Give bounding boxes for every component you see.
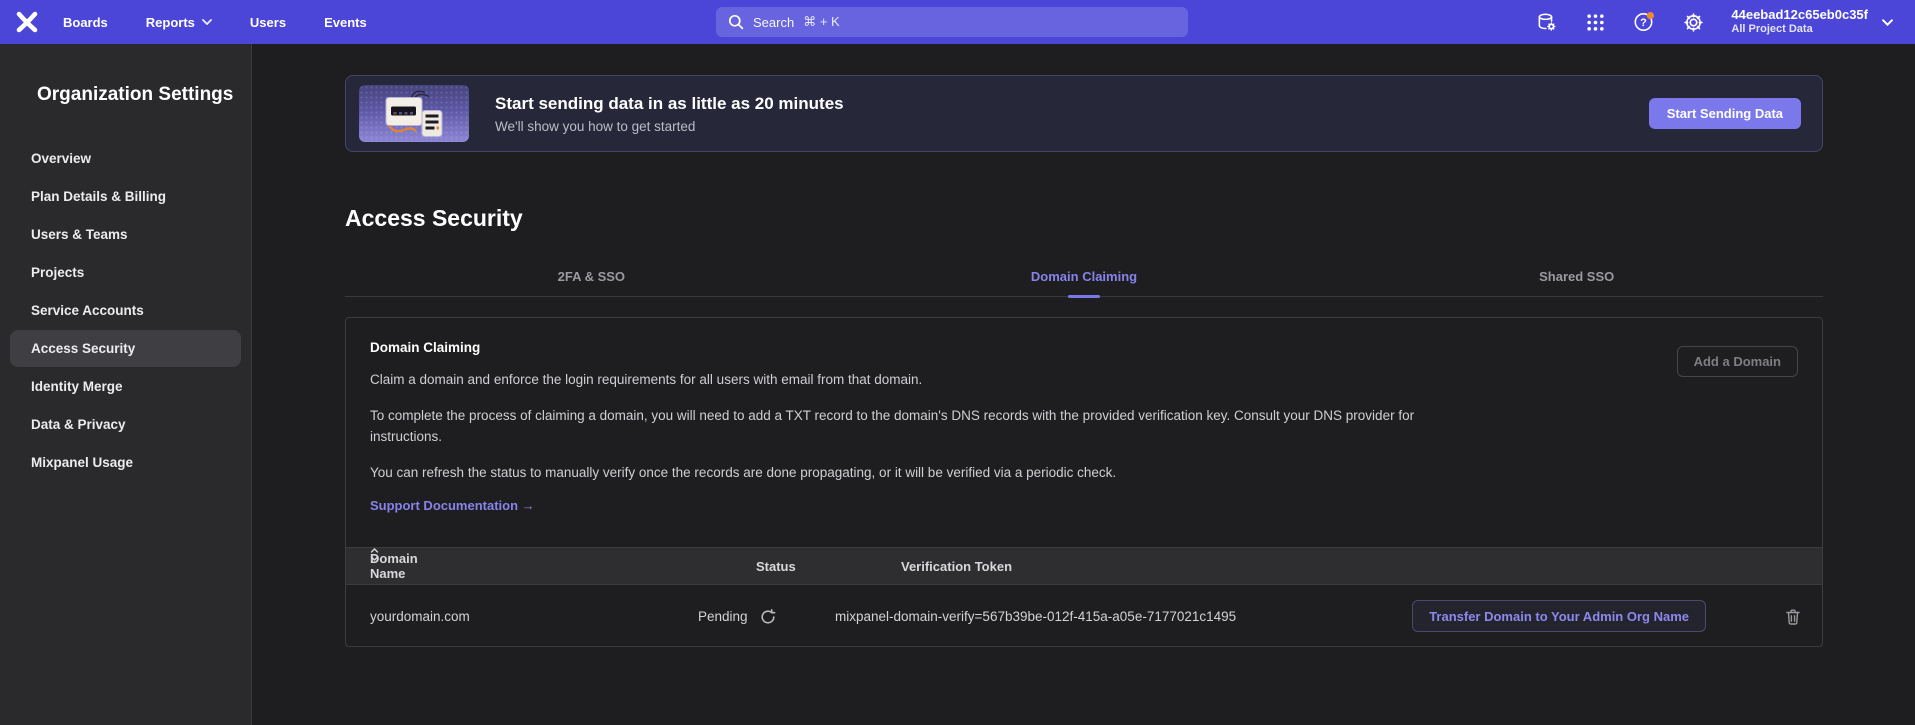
modem-illustration [359,85,469,142]
project-label: All Project Data [1731,23,1868,37]
sidebar-item-mixpanel-usage[interactable]: Mixpanel Usage [10,444,241,481]
nav-item-reports[interactable]: Reports [146,15,212,30]
start-sending-data-button[interactable]: Start Sending Data [1649,98,1801,129]
nav-item-users[interactable]: Users [250,15,286,30]
domain-table-row: yourdomain.com Pending mixpanel-domain-v… [346,586,1822,647]
search-placeholder: Search [753,15,794,30]
search-shortcut: ⌘ + K [803,14,840,30]
sidebar-item-identity-merge[interactable]: Identity Merge [10,368,241,405]
sidebar-item-service-accounts[interactable]: Service Accounts [10,292,241,329]
sidebar-item-access-security[interactable]: Access Security [10,330,241,367]
org-id-label: 44eebad12c65eb0c35f [1731,7,1868,23]
support-documentation-link[interactable]: Support Documentation → [370,498,535,513]
search-input[interactable]: Search ⌘ + K [716,7,1188,37]
onboarding-banner: Start sending data in as little as 20 mi… [345,75,1823,152]
data-management-icon[interactable] [1535,11,1557,33]
help-icon[interactable]: ? [1633,11,1655,33]
page-title: Access Security [345,205,1823,232]
verification-token-value: mixpanel-domain-verify=567b39be-012f-415… [835,586,1236,647]
search-icon [728,14,744,30]
status-value: Pending [698,609,748,624]
banner-subtitle: We'll show you how to get started [495,119,844,134]
chevron-down-icon [1882,19,1893,26]
domains-table-header: Domain Name Status Verification Token [346,547,1822,585]
access-security-tabs: 2FA & SSO Domain Claiming Shared SSO [345,257,1823,297]
nav-item-reports-label: Reports [146,15,195,30]
refresh-icon[interactable] [760,609,776,625]
main-content: Start sending data in as little as 20 mi… [252,44,1915,725]
banner-title: Start sending data in as little as 20 mi… [495,94,844,114]
domain-claiming-card: Domain Claiming Claim a domain and enfor… [345,317,1823,647]
domain-name-value: yourdomain.com [370,586,470,647]
tab-domain-claiming[interactable]: Domain Claiming [838,257,1331,296]
nav-item-events[interactable]: Events [324,15,367,30]
chevron-down-icon [202,19,212,25]
nav-item-boards[interactable]: Boards [63,15,108,30]
top-nav: Boards Reports Users Events Search ⌘ + K [0,0,1915,44]
trash-icon[interactable] [1784,608,1802,626]
status-cell: Pending [698,586,776,647]
sidebar-title: Organization Settings [37,84,251,106]
column-header-verification-token: Verification Token [901,548,1012,584]
sidebar-item-plan-details-billing[interactable]: Plan Details & Billing [10,178,241,215]
tab-2fa-sso[interactable]: 2FA & SSO [345,257,838,296]
column-header-status: Status [756,548,796,584]
sidebar-item-data-privacy[interactable]: Data & Privacy [10,406,241,443]
apps-grid-icon[interactable] [1584,11,1606,33]
nav-right-cluster: ? 44eebad12c65eb0c35f All Project Data [1535,0,1893,44]
card-paragraph-2: To complete the process of claiming a do… [370,406,1425,448]
primary-nav: Boards Reports Users Events [63,15,367,30]
card-paragraph-3: You can refresh the status to manually v… [370,463,1425,484]
card-paragraph-1: Claim a domain and enforce the login req… [370,370,1425,391]
transfer-domain-button[interactable]: Transfer Domain to Your Admin Org Name [1412,600,1706,632]
settings-sidebar: Organization Settings Overview Plan Deta… [0,44,252,725]
tab-shared-sso[interactable]: Shared SSO [1330,257,1823,296]
add-domain-button[interactable]: Add a Domain [1677,346,1798,377]
sort-icon[interactable] [370,548,379,584]
settings-gear-icon[interactable] [1682,11,1704,33]
sidebar-item-users-teams[interactable]: Users & Teams [10,216,241,253]
mixpanel-logo[interactable] [15,10,39,34]
card-title: Domain Claiming [370,340,1798,355]
sidebar-item-overview[interactable]: Overview [10,140,241,177]
svg-text:?: ? [1641,17,1648,29]
account-switcher[interactable]: 44eebad12c65eb0c35f All Project Data [1731,7,1893,37]
sidebar-item-projects[interactable]: Projects [10,254,241,291]
